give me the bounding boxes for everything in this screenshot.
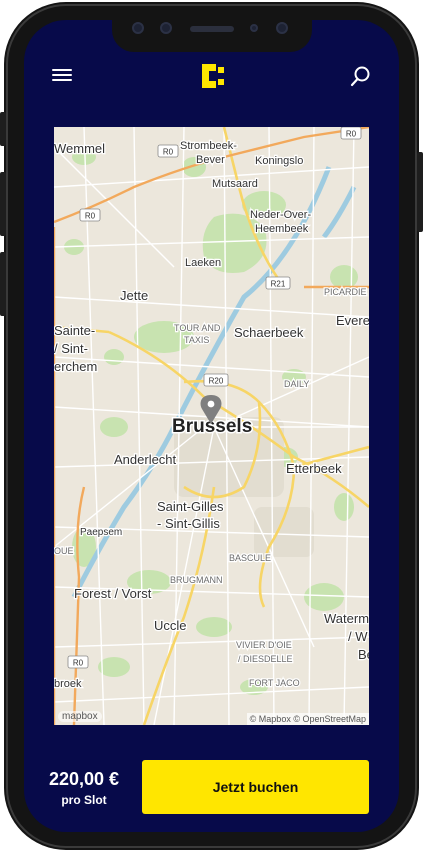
map-label: Laeken [185,257,221,269]
map-label: Heembeek [255,223,309,235]
c-logo-icon [202,64,224,88]
book-now-button[interactable]: Jetzt buchen [142,760,369,814]
map-label: erchem [54,359,97,374]
hamburger-menu-icon[interactable] [50,66,74,86]
road-shield-label: R0 [85,212,96,221]
app-header [24,56,399,96]
map-attribution[interactable]: © Mapbox © OpenStreetMap [246,713,369,725]
map-label: Bever [196,154,225,166]
map-label: Paepsem [80,527,122,538]
map-label: Saint-Gilles [157,499,224,514]
camera-icon [132,22,144,34]
price-amount: 220,00 € [48,769,120,789]
road-shield-r21: R21 [265,276,291,290]
map-label: BRUGMANN [170,575,223,585]
search-icon[interactable] [349,64,373,88]
map-label: BASCULE [229,553,271,563]
phone-notch [112,20,312,52]
map-label: Strombeek- [180,140,237,152]
road-shield-label: R0 [73,659,84,668]
map-label: FORT JACO [249,678,300,688]
map-label: OUE [54,546,74,556]
price-info: 220,00 € pro Slot [34,768,134,808]
map-label: / W [348,629,368,644]
proximity-sensor-icon [250,24,258,32]
road-shield-r0-4: R0 [67,655,89,669]
road-shield-r0-1: R0 [157,144,179,158]
map-label: Mutsaard [212,178,258,190]
map-label: Schaerbeek [234,325,304,340]
phone-side-button-volume-down [0,252,6,316]
map-label: Waterm [324,611,369,626]
map-canvas: R0 R0 R0 R0 R21 R20 Wemmel Strombeek- Be… [54,127,369,725]
map-label: broek [54,678,82,690]
map-label: - Sint-Gillis [157,516,220,531]
phone-side-button-mute [0,112,6,146]
road-shield-r0-2: R0 [340,127,362,140]
map-label: / DIESDELLE [238,654,293,664]
map-label: Uccle [154,618,187,633]
front-camera-icon [276,22,288,34]
map-label: Forest / Vorst [74,586,152,601]
map-label: Neder-Over- [250,209,311,221]
map-label: / Sint- [54,341,88,356]
road-shield-label: R20 [209,377,224,386]
app-screen: R0 R0 R0 R0 R21 R20 Wemmel Strombeek- Be… [24,20,399,832]
price-unit: pro Slot [61,793,107,807]
map-label: DAILY [284,379,309,389]
map-label: Sainte- [54,323,95,338]
phone-side-button-power [417,152,423,232]
map-label: TOUR AND [174,323,221,333]
road-shield-label: R21 [271,280,286,289]
map-label: PICARDIE [324,287,367,297]
map-view[interactable]: R0 R0 R0 R0 R21 R20 Wemmel Strombeek- Be… [54,127,369,725]
mapbox-logo[interactable]: mapbox [58,711,102,722]
map-label: Anderlecht [114,452,177,467]
sensor-icon [160,22,172,34]
speaker-grille [190,26,234,32]
map-label: Etterbeek [286,461,342,476]
road-shield-r0-3: R0 [79,208,101,222]
road-shield-label: R0 [163,148,174,157]
road-shield-label: R0 [346,130,357,139]
map-label: Jette [120,288,148,303]
map-label: Be [358,647,369,662]
phone-side-button-volume-up [0,172,6,236]
map-label: TAXIS [184,335,209,345]
map-label: VIVIER D'OIE [236,640,292,650]
map-label: Wemmel [54,141,105,156]
road-shield-r20: R20 [203,373,229,387]
map-label: Evere [336,313,369,328]
map-label: Koningslo [255,155,303,167]
